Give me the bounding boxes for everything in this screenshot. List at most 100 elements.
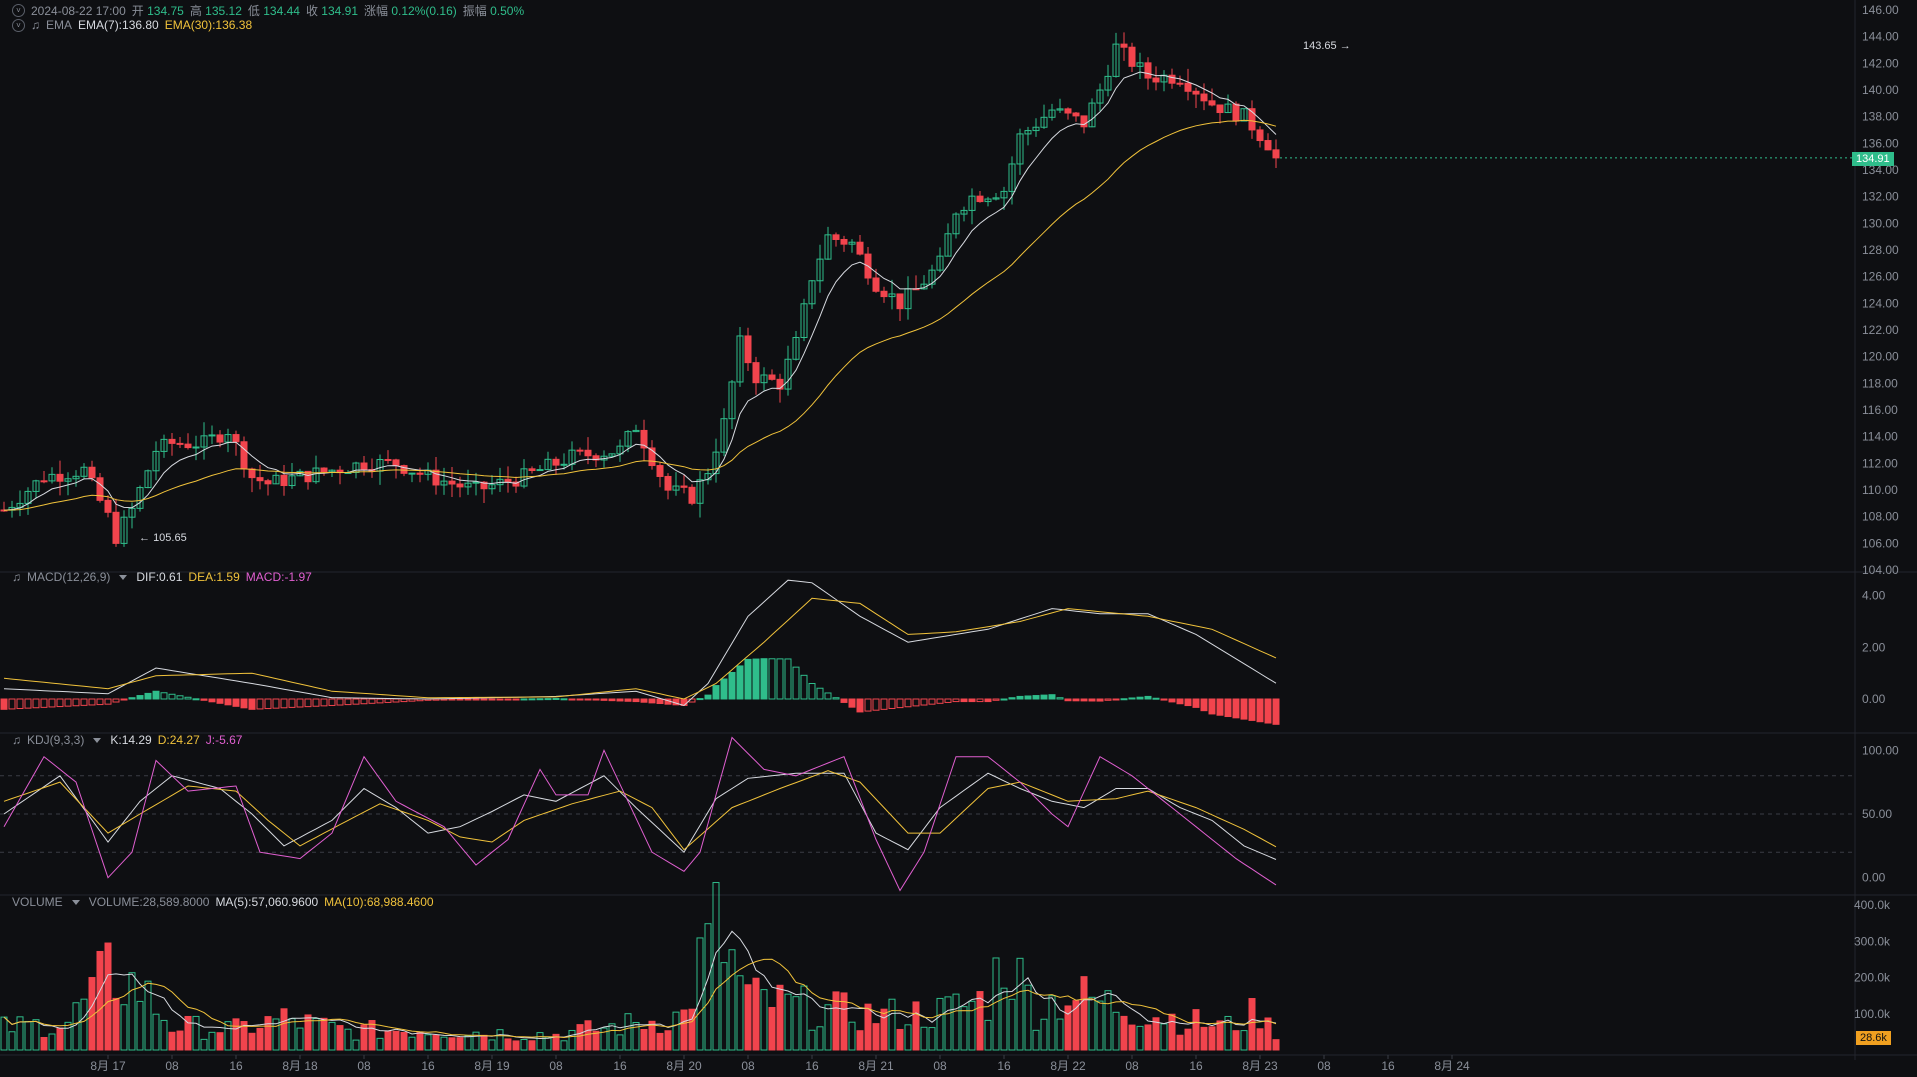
kdj-tick-label: 0.00 bbox=[1862, 871, 1886, 885]
volume-bar bbox=[296, 1027, 304, 1051]
macd-histogram-bar bbox=[384, 698, 392, 703]
macd-histogram-bar bbox=[1072, 698, 1080, 702]
axis-labels: 146.00 144.00 142.00 140.00 138.00 136.00 134.… bbox=[90, 3, 1899, 1073]
volume-bar bbox=[856, 1030, 864, 1051]
volume-bar bbox=[1096, 1000, 1104, 1051]
ema-name: EMA bbox=[46, 18, 73, 32]
volume-value: VOLUME:28,589.8000 bbox=[88, 895, 210, 909]
macd-histogram-bar bbox=[1048, 694, 1056, 700]
candle-body bbox=[208, 434, 216, 437]
volume-bar bbox=[216, 1032, 224, 1051]
bell-icon[interactable]: ♫ bbox=[12, 733, 21, 747]
volume-bar bbox=[976, 991, 984, 1051]
time-axis-label: 08 bbox=[357, 1059, 371, 1073]
candle-body bbox=[408, 472, 416, 475]
chart-canvas[interactable]: 146.00 144.00 142.00 140.00 138.00 136.00 134.… bbox=[0, 0, 1917, 1077]
volume-bar bbox=[752, 977, 760, 1051]
candle-body bbox=[280, 474, 288, 487]
chevron-down-icon[interactable] bbox=[119, 574, 128, 580]
collapse-icon[interactable]: ˅ bbox=[12, 18, 25, 32]
volume-bar bbox=[1112, 1011, 1120, 1051]
volume-bar bbox=[1272, 1039, 1280, 1051]
macd-histogram-bar bbox=[264, 698, 272, 710]
macd-histogram-bar bbox=[808, 683, 816, 700]
candle-body bbox=[432, 469, 440, 486]
volume-bar bbox=[1168, 1013, 1176, 1051]
candle-body bbox=[104, 499, 112, 513]
candle-body bbox=[264, 480, 272, 485]
candle-body bbox=[1064, 108, 1072, 114]
macd-histogram-bar bbox=[648, 698, 656, 704]
macd-name: MACD(12,26,9) bbox=[27, 570, 111, 584]
collapse-icon[interactable]: ˅ bbox=[12, 4, 25, 17]
price-pane[interactable] bbox=[0, 32, 1855, 547]
candle-body bbox=[456, 483, 464, 488]
volume-bar bbox=[168, 1031, 176, 1051]
macd-histogram-bar bbox=[792, 666, 800, 700]
d-line bbox=[3, 770, 1277, 851]
bell-icon[interactable]: ♫ bbox=[31, 18, 40, 32]
macd-histogram-bar bbox=[1248, 698, 1256, 721]
candle-body bbox=[1184, 82, 1192, 92]
volume-bar bbox=[328, 1021, 336, 1051]
macd-histogram-bar bbox=[104, 698, 112, 705]
chevron-down-icon[interactable] bbox=[71, 899, 80, 905]
price-tick-label: 136.00 bbox=[1862, 136, 1899, 150]
macd-histogram-bar bbox=[512, 698, 520, 701]
volume-bar bbox=[888, 998, 896, 1051]
macd-histogram-bar bbox=[608, 698, 616, 702]
volume-bar bbox=[448, 1037, 456, 1051]
candle-body bbox=[584, 449, 592, 457]
candle-body bbox=[1192, 90, 1200, 95]
volume-bar bbox=[1032, 1029, 1040, 1051]
macd-histogram-bar bbox=[1264, 698, 1272, 724]
macd-histogram-bar bbox=[472, 698, 480, 701]
volume-bar bbox=[1144, 1024, 1152, 1051]
volume-bar bbox=[1192, 1009, 1200, 1051]
price-tick-label: 126.00 bbox=[1862, 270, 1899, 284]
volume-bar bbox=[936, 997, 944, 1051]
close-value: 134.91 bbox=[321, 4, 358, 18]
macd-histogram-bar bbox=[584, 698, 592, 701]
macd-histogram-bar bbox=[696, 698, 704, 701]
volume-bar bbox=[776, 984, 784, 1051]
time-axis-label: 08 bbox=[1125, 1059, 1139, 1073]
volume-tick-label: 200.0k bbox=[1854, 971, 1891, 985]
candle-body bbox=[184, 443, 192, 449]
macd-histogram-bar bbox=[0, 698, 8, 710]
volume-bar bbox=[672, 1011, 680, 1051]
volume-bar bbox=[440, 1036, 448, 1051]
macd-pane[interactable] bbox=[0, 579, 1280, 725]
macd-histogram-bar bbox=[152, 690, 160, 700]
candle-body bbox=[88, 466, 96, 479]
volume-bar bbox=[736, 975, 744, 1051]
macd-histogram-bar bbox=[640, 698, 648, 703]
min-price-label: ← 105.65 bbox=[139, 532, 187, 544]
dea-line bbox=[3, 597, 1277, 700]
macd-histogram-bar bbox=[360, 698, 368, 705]
macd-histogram-bar bbox=[72, 698, 80, 707]
volume-bar bbox=[376, 1037, 384, 1051]
dif-value: DIF:0.61 bbox=[136, 570, 183, 584]
volume-bar bbox=[920, 1026, 928, 1051]
macd-histogram-bar bbox=[280, 698, 288, 709]
volume-bar bbox=[48, 1033, 56, 1051]
candle-body bbox=[1208, 100, 1216, 106]
macd-legend: ♫ MACD(12,26,9) DIF:0.61 DEA:1.59 MACD:-… bbox=[12, 570, 312, 584]
macd-histogram-bar bbox=[488, 698, 496, 701]
candle-body bbox=[1168, 74, 1176, 84]
time-axis-label: 16 bbox=[997, 1059, 1011, 1073]
volume-bar bbox=[416, 1032, 424, 1051]
candle-body bbox=[680, 485, 688, 488]
candle-body bbox=[1232, 103, 1240, 122]
bell-icon[interactable]: ♫ bbox=[12, 570, 21, 584]
volume-bar bbox=[992, 957, 1000, 1051]
volume-bar bbox=[664, 1030, 672, 1051]
macd-histogram-bar bbox=[984, 698, 992, 703]
volume-bar bbox=[1104, 990, 1112, 1051]
macd-histogram-bar bbox=[1256, 698, 1264, 723]
chevron-down-icon[interactable] bbox=[93, 737, 102, 743]
volume-bar bbox=[336, 1025, 344, 1051]
price-tick-label: 144.00 bbox=[1862, 30, 1899, 44]
low-value: 134.44 bbox=[263, 4, 300, 18]
